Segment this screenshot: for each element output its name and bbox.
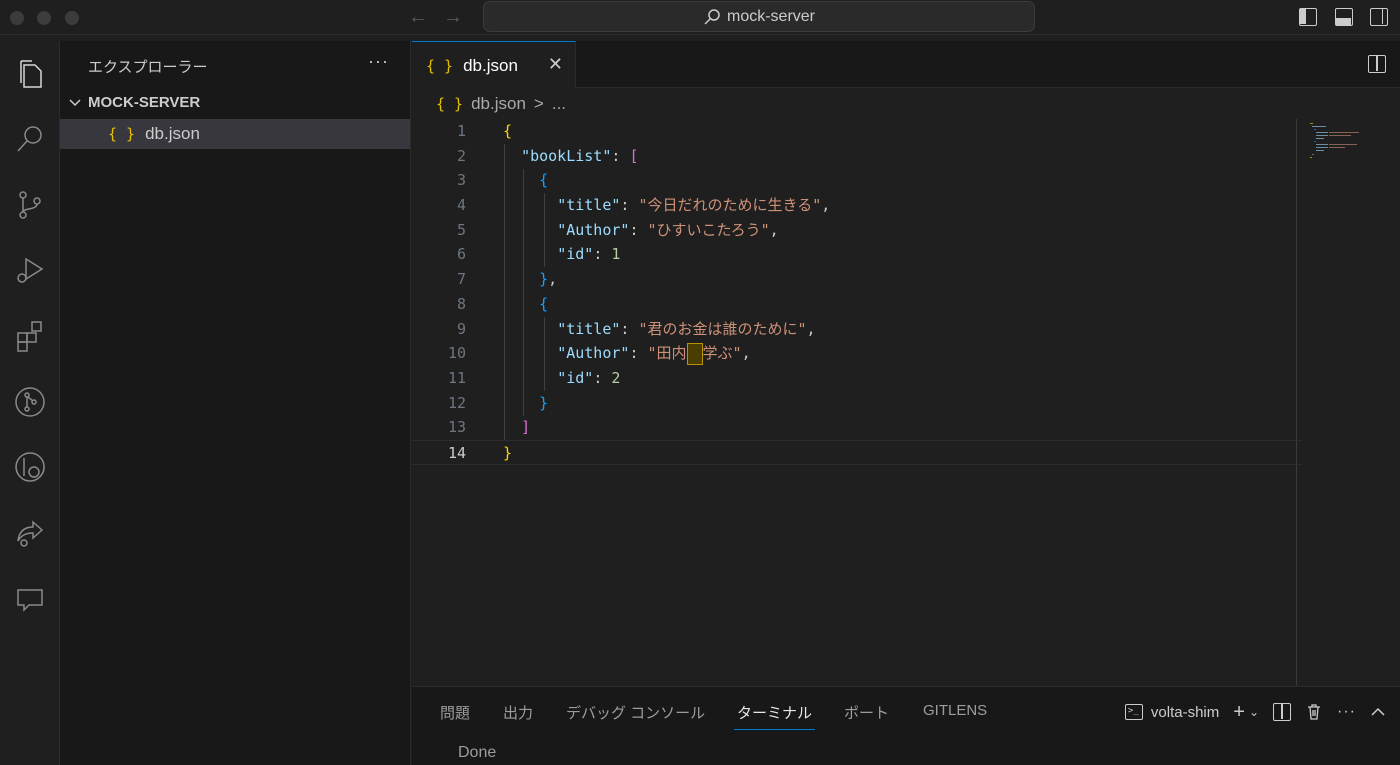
ime-cursor (686, 342, 703, 365)
toggle-panel-icon[interactable] (1335, 8, 1353, 26)
code-line: 2 "bookList": [ (456, 146, 639, 165)
trash-icon[interactable] (1305, 703, 1323, 721)
split-editor-icon[interactable] (1368, 55, 1386, 73)
code-line: 1{ (456, 122, 513, 140)
breadcrumb-symbol[interactable]: ... (552, 94, 566, 114)
breadcrumb-separator: > (533, 94, 544, 113)
toggle-primary-sidebar-icon[interactable] (1299, 8, 1317, 26)
tab-ports[interactable]: ポート (844, 702, 889, 723)
terminal-icon: >_ (1124, 704, 1143, 720)
maximize-window-button[interactable] (65, 11, 79, 25)
git-graph-icon[interactable] (0, 378, 60, 426)
chevron-down-icon[interactable]: ⌄ (1249, 705, 1259, 719)
json-file-icon: { } (108, 125, 136, 143)
current-code-line: 14} (412, 439, 1302, 465)
search-icon (704, 8, 720, 25)
code-line: 13 ] (447, 418, 531, 437)
more-actions-icon[interactable]: ··· (1337, 703, 1356, 721)
code-line: 10 "Author": "田内 学ぶ", (412, 341, 1400, 366)
forward-arrow-icon[interactable]: → (443, 6, 463, 29)
title-bar: ← → mock-server (0, 0, 1400, 35)
json-file-icon: { } (436, 95, 464, 113)
folder-mock-server[interactable]: MOCK-SERVER (68, 94, 200, 111)
tab-db-json[interactable]: { } db.json ✕ (412, 41, 576, 89)
run-debug-icon[interactable] (0, 246, 60, 294)
code-line: 8 { (456, 294, 549, 313)
live-share-icon[interactable] (0, 509, 60, 557)
search-icon[interactable] (0, 115, 60, 163)
breadcrumb: { } db.json > ... (436, 94, 566, 114)
panel-actions: >_ volta-shim + ⌄ ··· (1124, 697, 1400, 727)
add-terminal-icon[interactable]: + (1233, 701, 1245, 724)
terminal-output: Done (458, 744, 497, 761)
code-line: 4 "title": "今日だれのために生きる", (456, 196, 831, 215)
tab-label: db.json (463, 55, 518, 75)
minimap-divider (1296, 119, 1297, 686)
code-editor[interactable]: 1{ 2 "bookList": [ 3 { 4 "title": "今日だれの… (412, 119, 1400, 465)
chevron-down-icon (69, 98, 81, 106)
code-line: 12 } (447, 393, 549, 412)
tab-terminal[interactable]: ターミナル (733, 702, 816, 730)
sidebar-title: エクスプローラー (88, 59, 208, 76)
gitlens-icon[interactable] (0, 443, 60, 491)
tab-gitlens[interactable]: GITLENS (923, 702, 987, 719)
toggle-secondary-sidebar-icon[interactable] (1370, 8, 1388, 26)
explorer-sidebar: エクスプローラー ··· MOCK-SERVER { } db.json (60, 41, 411, 765)
code-line: 7 }, (456, 270, 558, 289)
code-line: 11 "id": 2 (447, 368, 621, 387)
minimap[interactable] (1308, 121, 1368, 161)
file-item-db-json[interactable]: { } db.json (60, 119, 410, 149)
bottom-panel: 問題 出力 デバッグ コンソール ターミナル ポート GITLENS >_ vo… (412, 686, 1400, 765)
terminal-selector[interactable]: >_ volta-shim (1124, 703, 1220, 721)
editor-tabs: { } db.json ✕ (412, 41, 1400, 89)
comments-icon[interactable] (0, 575, 60, 623)
back-arrow-icon[interactable]: ← (408, 6, 428, 29)
tab-debug-console[interactable]: デバッグ コンソール (566, 702, 705, 723)
tab-problems[interactable]: 問題 (440, 702, 470, 723)
command-center-search[interactable]: mock-server (483, 1, 1035, 32)
terminal-name: volta-shim (1150, 703, 1220, 721)
code-line: 6 "id": 1 (456, 245, 621, 264)
split-terminal-icon[interactable] (1273, 703, 1292, 721)
close-icon[interactable]: ✕ (548, 54, 563, 75)
extensions-icon[interactable] (0, 312, 60, 360)
source-control-icon[interactable] (0, 181, 60, 229)
tab-output[interactable]: 出力 (503, 702, 533, 723)
code-line: 3 { (456, 171, 549, 190)
more-actions-icon[interactable]: ··· (368, 51, 389, 72)
file-label: db.json (145, 124, 200, 143)
code-line: 5 "Author": "ひすいこたろう", (456, 220, 779, 239)
editor-area: { } db.json ✕ { } db.json > ... 1{ 2 "bo… (412, 41, 1400, 686)
folder-label: MOCK-SERVER (88, 94, 201, 111)
explorer-icon[interactable] (0, 49, 60, 97)
json-file-icon: { } (426, 56, 454, 75)
command-center-label: mock-server (726, 7, 815, 25)
close-window-button[interactable] (10, 11, 24, 25)
breadcrumb-file[interactable]: db.json (471, 94, 526, 114)
activity-bar (0, 41, 60, 765)
minimize-window-button[interactable] (37, 11, 51, 25)
chevron-up-icon[interactable] (1370, 704, 1386, 720)
code-line: 9 "title": "君のお金は誰のために", (456, 319, 816, 338)
